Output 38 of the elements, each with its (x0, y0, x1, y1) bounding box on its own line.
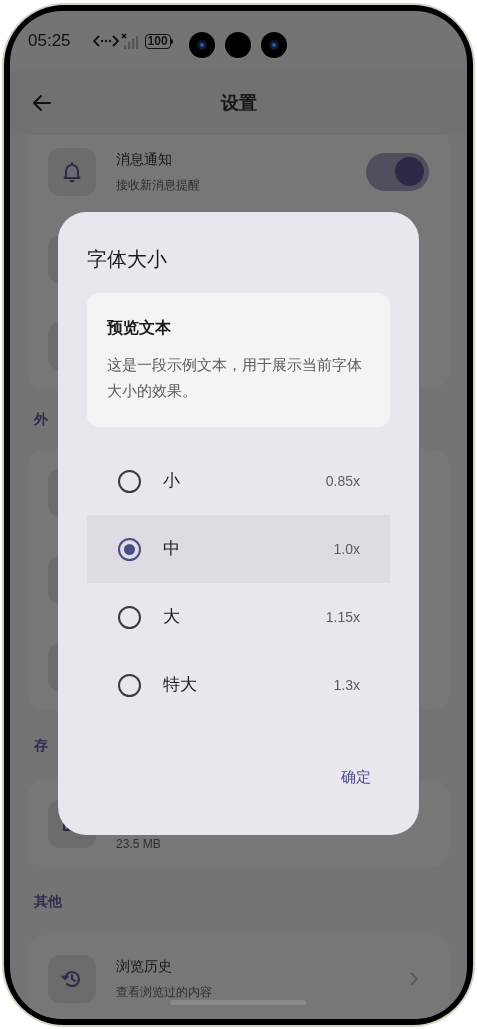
toggle-switch[interactable] (366, 152, 429, 191)
radio-button[interactable] (118, 537, 141, 561)
no-signal-icon (120, 33, 141, 49)
data-transfer-icon (92, 34, 119, 48)
chevron-right-icon (409, 970, 419, 987)
camera-icon (225, 32, 251, 58)
camera-icon (189, 32, 215, 58)
font-size-option[interactable]: 特大 1.3x (87, 651, 390, 719)
option-label: 小 (163, 470, 181, 493)
option-value: 0.85x (325, 471, 360, 491)
dialog-title: 字体大小 (87, 247, 168, 270)
radio-button[interactable] (118, 469, 141, 493)
section-header: 存 (34, 735, 48, 755)
section-header: 其他 (34, 891, 62, 911)
item-title: 浏览历史 (116, 957, 173, 976)
preview-title: 预览文本 (107, 318, 172, 338)
option-label: 大 (163, 606, 181, 629)
item-title: 消息通知 (116, 150, 173, 169)
section-header: 外 (34, 409, 48, 429)
page-title: 设置 (220, 91, 257, 115)
option-value: 1.15x (325, 607, 360, 627)
confirm-button[interactable]: 确定 (335, 762, 377, 793)
preview-text: 这是一段示例文本，用于展示当前字体大小的效果。 (107, 355, 363, 401)
font-size-option[interactable]: 大 1.15x (87, 583, 390, 651)
option-value: 1.0x (333, 539, 360, 559)
radio-button[interactable] (118, 673, 141, 697)
battery-indicator: 100 (144, 33, 173, 49)
item-subtitle: 接收新消息提醒 (116, 177, 201, 194)
font-size-option[interactable]: 小 0.85x (87, 447, 390, 515)
item-subtitle: 查看浏览过的内容 (116, 984, 213, 1001)
radio-button[interactable] (118, 605, 141, 629)
status-time: 05:25 (28, 30, 71, 53)
item-subtitle: 23.5 MB (116, 835, 162, 853)
camera-icon (261, 32, 287, 58)
option-value: 1.3x (333, 675, 360, 695)
option-label: 特大 (163, 674, 198, 697)
font-size-option[interactable]: 中 1.0x (87, 515, 390, 583)
option-label: 中 (163, 538, 181, 561)
